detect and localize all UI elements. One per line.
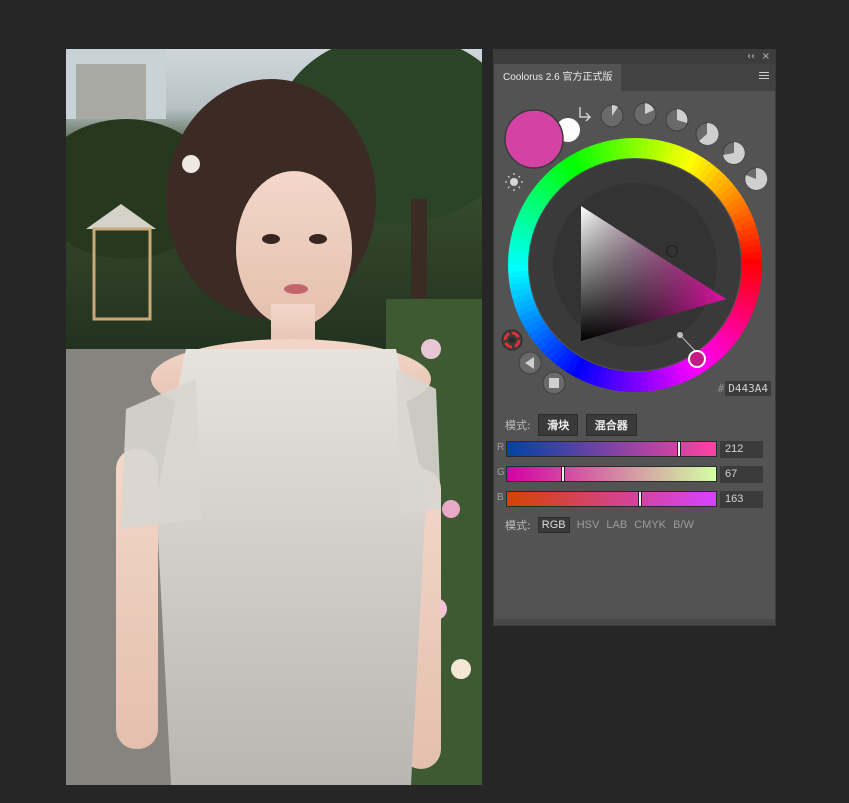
slider-r-track[interactable] bbox=[506, 441, 717, 457]
slider-r-value[interactable]: 212 bbox=[720, 441, 763, 458]
slider-r: R 212 bbox=[494, 439, 777, 459]
color-wheel-area bbox=[494, 91, 777, 411]
panel-title-bar: ‹‹ × bbox=[494, 50, 775, 64]
tab-bw[interactable]: B/W bbox=[673, 519, 694, 531]
mixer-mode-button[interactable]: 混合器 bbox=[585, 414, 637, 436]
photo-illustration bbox=[66, 49, 482, 785]
slider-g: G 67 bbox=[494, 464, 777, 484]
wheel-mode-icon[interactable] bbox=[501, 329, 523, 351]
hue-ring-segment bbox=[741, 263, 762, 272]
sun-icon[interactable] bbox=[505, 173, 523, 191]
slider-g-thumb[interactable] bbox=[560, 466, 565, 482]
foreground-color-swatch[interactable] bbox=[504, 109, 564, 169]
close-panel-button[interactable]: × bbox=[762, 50, 770, 64]
preset-swatch-icon[interactable] bbox=[600, 104, 624, 128]
square-mode-icon[interactable] bbox=[542, 371, 566, 395]
canvas-photo bbox=[66, 49, 482, 785]
hex-field[interactable]: # D443A4 bbox=[718, 381, 771, 399]
menu-icon[interactable] bbox=[759, 72, 769, 82]
panel-tab-bar: Coolorus 2.6 官方正式版 bbox=[494, 64, 775, 91]
mode-label: 模式: bbox=[505, 419, 531, 432]
slider-b-letter: B bbox=[497, 492, 504, 503]
color-mode-label: 模式: bbox=[505, 519, 531, 532]
swap-arrows-icon[interactable] bbox=[579, 107, 592, 122]
hex-value[interactable]: D443A4 bbox=[725, 381, 771, 396]
hex-hash: # bbox=[717, 382, 725, 395]
tab-coolorus[interactable]: Coolorus 2.6 官方正式版 bbox=[494, 64, 622, 91]
preset-swatch-icon[interactable] bbox=[633, 102, 657, 126]
collapse-panel-button[interactable]: ‹‹ bbox=[747, 50, 755, 64]
preset-swatch-icon[interactable] bbox=[665, 108, 689, 132]
slider-b-track[interactable] bbox=[506, 491, 717, 507]
slider-r-thumb[interactable] bbox=[677, 441, 682, 457]
tab-lab[interactable]: LAB bbox=[606, 519, 627, 531]
slider-g-value[interactable]: 67 bbox=[720, 466, 763, 483]
triangle-mode-icon[interactable] bbox=[518, 351, 542, 375]
slider-mode-button[interactable]: 滑块 bbox=[538, 414, 579, 436]
preset-swatch-icon[interactable] bbox=[695, 122, 719, 146]
panel-resize-handle[interactable] bbox=[494, 619, 775, 625]
slider-r-letter: R bbox=[497, 442, 505, 453]
hue-picker[interactable] bbox=[688, 350, 706, 368]
mode-row: 模式: 滑块 混合器 bbox=[505, 414, 637, 436]
slider-b: B 163 bbox=[494, 489, 777, 509]
preset-swatch-icon[interactable] bbox=[744, 167, 768, 191]
preset-swatch-icon[interactable] bbox=[722, 141, 746, 165]
slider-b-thumb[interactable] bbox=[637, 491, 642, 507]
coolorus-panel: ‹‹ × Coolorus 2.6 官方正式版 # D443A4 模式: 滑块 … bbox=[493, 49, 776, 626]
tab-cmyk[interactable]: CMYK bbox=[634, 519, 666, 531]
slider-g-letter: G bbox=[497, 467, 505, 478]
slider-b-value[interactable]: 163 bbox=[720, 491, 763, 508]
tab-hsv[interactable]: HSV bbox=[577, 519, 600, 531]
slider-g-track[interactable] bbox=[506, 466, 717, 482]
tab-rgb[interactable]: RGB bbox=[537, 517, 570, 533]
color-mode-tabs: 模式: RGB HSV LAB CMYK B/W bbox=[505, 517, 698, 533]
